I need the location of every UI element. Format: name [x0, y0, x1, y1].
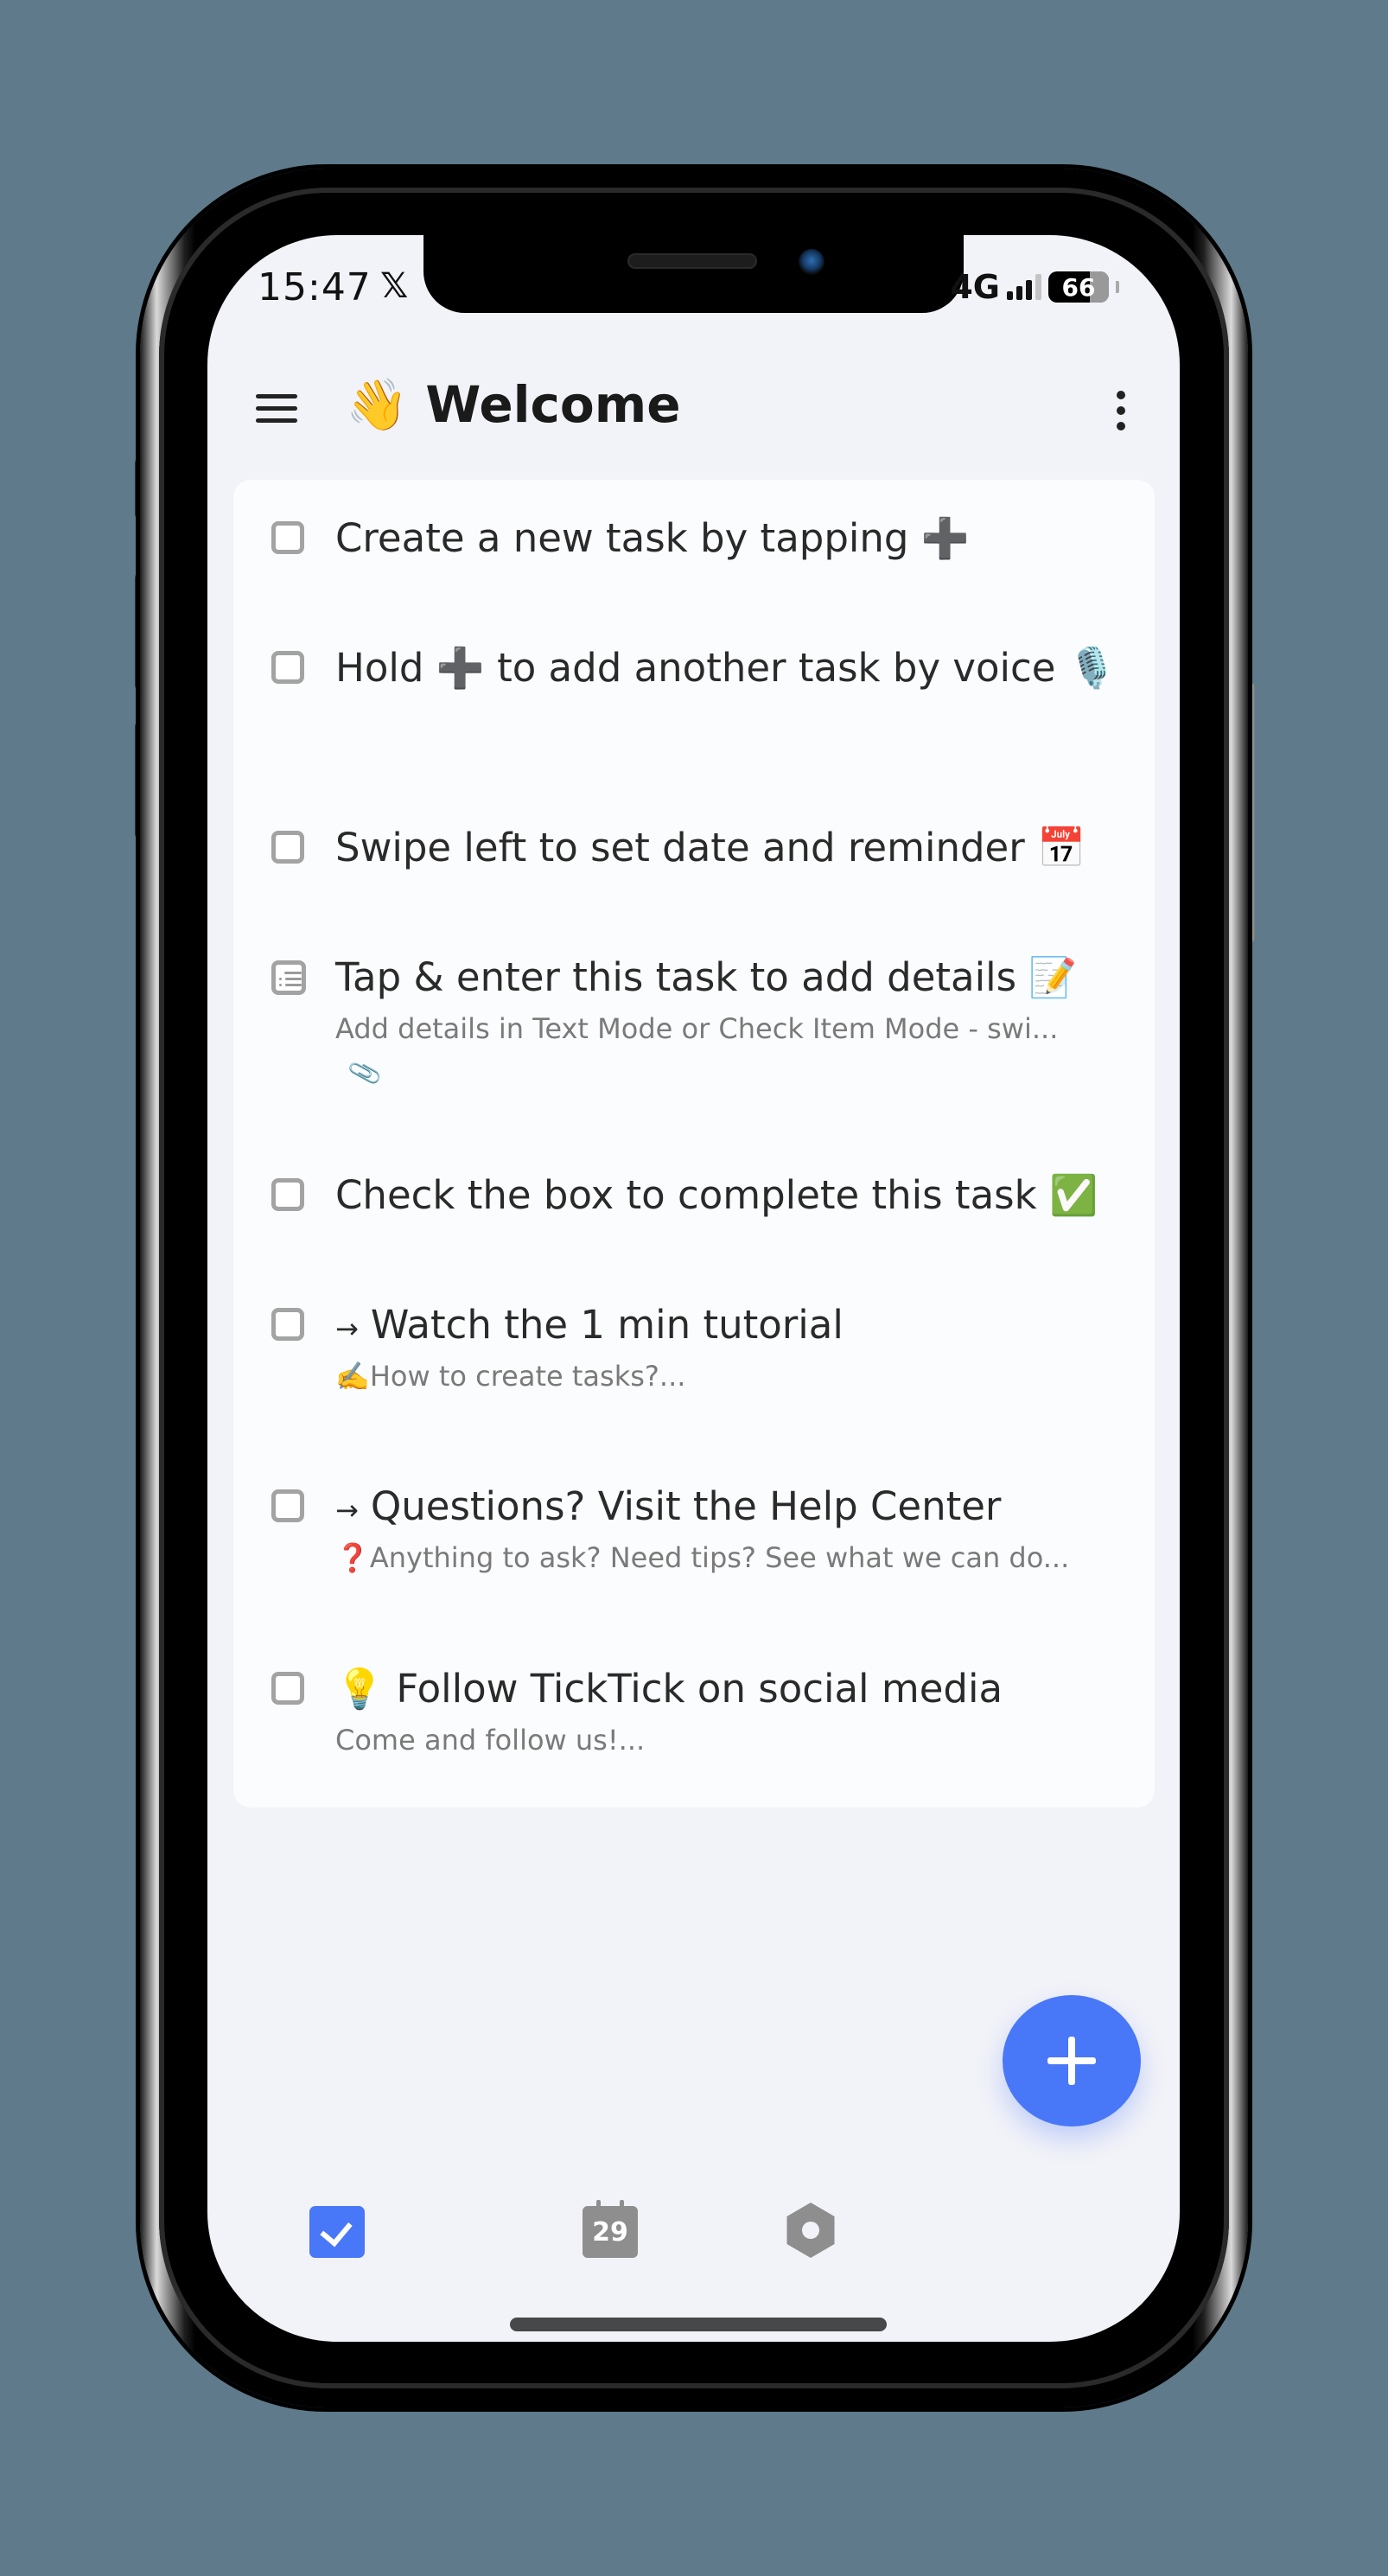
task-description: Add details in Text Mode or Check Item M…	[335, 1012, 1059, 1045]
add-task-button[interactable]	[1003, 1995, 1141, 2126]
task-checkbox[interactable]	[271, 1178, 304, 1211]
task-item[interactable]: Tap & enter this task to add details 📝 A…	[233, 953, 1155, 1100]
signal-strength-icon	[1007, 274, 1041, 300]
arrow-icon: →	[335, 1312, 359, 1345]
task-title: Check the box to complete this task ✅	[335, 1172, 1098, 1218]
status-indicators: 4G 66	[950, 268, 1119, 306]
task-title: Create a new task by tapping ➕	[335, 515, 970, 561]
phone-screen: 15:47 𝕏 4G 66 👋 Welcome Create a new tas…	[207, 235, 1180, 2342]
task-checkbox[interactable]	[271, 1308, 304, 1341]
x-logo-icon: 𝕏	[380, 266, 409, 306]
network-type: 4G	[950, 268, 1000, 306]
app-header: 👋 Welcome	[207, 365, 1180, 451]
notch	[423, 235, 964, 313]
page-title: 👋 Welcome	[346, 375, 681, 435]
task-checkbox[interactable]	[271, 1489, 304, 1522]
task-title: Tap & enter this task to add details 📝	[335, 954, 1078, 1000]
task-title: 💡 Follow TickTick on social media	[335, 1666, 1003, 1712]
calendar-icon: 29	[583, 2200, 638, 2258]
hamburger-menu-icon[interactable]	[256, 391, 299, 427]
task-item[interactable]: → Watch the 1 min tutorial ✍️How to creat…	[233, 1301, 1155, 1413]
battery-tip	[1116, 281, 1119, 293]
task-checkbox[interactable]	[271, 831, 304, 864]
front-camera	[799, 249, 825, 275]
task-title-text: Watch the 1 min tutorial	[370, 1302, 844, 1348]
battery-icon: 66	[1048, 271, 1109, 303]
checkbox-icon	[309, 2206, 365, 2258]
more-vertical-icon[interactable]	[1112, 389, 1130, 432]
task-item[interactable]: → Questions? Visit the Help Center ❓Anyth…	[233, 1482, 1155, 1595]
task-item[interactable]: 💡 Follow TickTick on social media Come a…	[233, 1665, 1155, 1777]
task-description: ❓Anything to ask? Need tips? See what we…	[335, 1541, 1070, 1574]
task-title: Swipe left to set date and reminder 📅	[335, 825, 1086, 870]
task-list-card: Create a new task by tapping ➕ Hold ➕ to…	[233, 480, 1155, 1808]
task-item[interactable]: Check the box to complete this task ✅	[233, 1171, 1155, 1240]
bottom-navigation: 29	[207, 2197, 1180, 2275]
task-item[interactable]: Hold ➕ to add another task by voice 🎙️	[233, 644, 1155, 756]
task-title-text: Questions? Visit the Help Center	[370, 1483, 1002, 1529]
task-checkbox[interactable]	[271, 651, 304, 684]
status-time: 15:47	[258, 265, 372, 309]
task-item[interactable]: Swipe left to set date and reminder 📅	[233, 824, 1155, 893]
task-description: ✍️How to create tasks?...	[335, 1360, 686, 1393]
home-indicator[interactable]	[510, 2318, 887, 2331]
nav-tasks[interactable]	[280, 2197, 366, 2267]
speaker-grille	[627, 253, 757, 269]
note-task-icon[interactable]	[271, 960, 306, 995]
task-title: → Questions? Visit the Help Center	[335, 1482, 1129, 1534]
task-item[interactable]: Create a new task by tapping ➕	[233, 514, 1155, 601]
arrow-icon: →	[335, 1494, 359, 1527]
task-title: → Watch the 1 min tutorial	[335, 1301, 1129, 1353]
task-checkbox[interactable]	[271, 521, 304, 554]
attachment-icon: 📎	[346, 1055, 385, 1092]
battery-level: 66	[1061, 272, 1096, 302]
task-checkbox[interactable]	[271, 1672, 304, 1705]
task-title: Hold ➕ to add another task by voice 🎙️	[335, 645, 1117, 691]
settings-icon	[786, 2203, 835, 2258]
task-description: Come and follow us!...	[335, 1724, 646, 1757]
list-title: Welcome	[425, 375, 681, 434]
nav-calendar[interactable]: 29	[492, 2197, 638, 2267]
wave-emoji-icon: 👋	[346, 375, 409, 434]
nav-settings[interactable]	[775, 2197, 862, 2267]
